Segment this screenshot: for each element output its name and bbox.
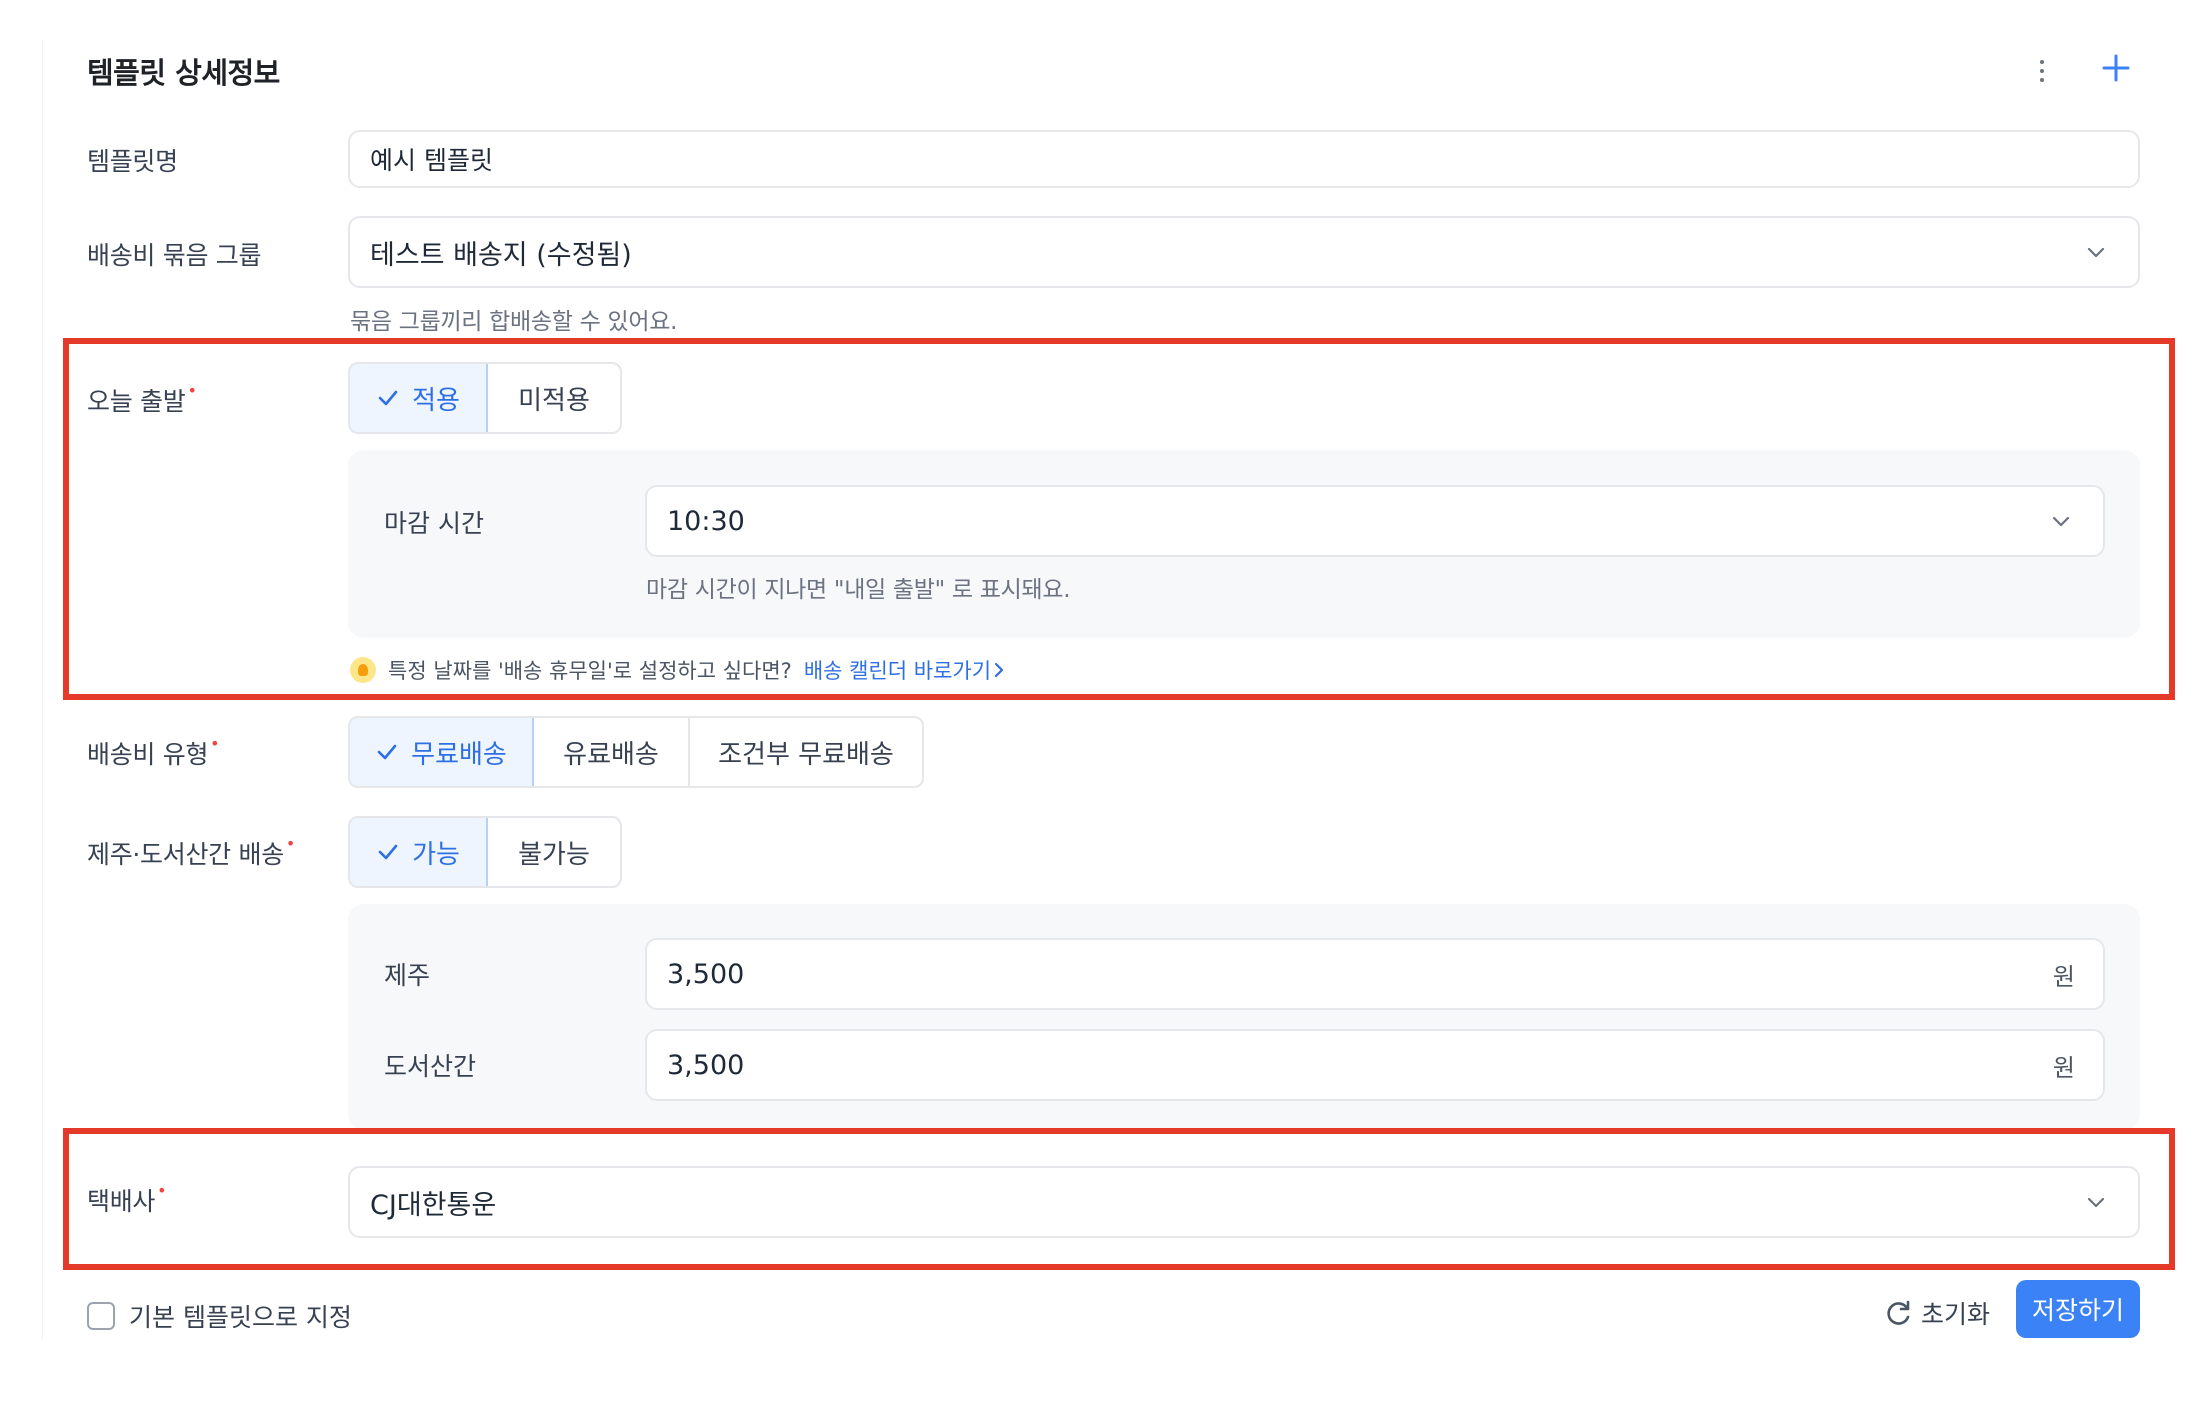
jeju-island-label: 제주·도서산간 배송 • [87, 834, 296, 869]
island-fee-value: 3,500 [667, 1049, 745, 1081]
chevron-down-icon [2087, 1197, 2105, 1208]
shipping-fee-type-label: 배송비 유형 • [87, 734, 220, 769]
jeju-fee-input[interactable]: 3,500 원 [645, 938, 2105, 1010]
template-name-input[interactable]: 예시 템플릿 [348, 130, 2140, 188]
bundle-group-help: 묶음 그룹끼리 합배송할 수 있어요. [350, 309, 678, 335]
courier-value: CJ대한통운 [370, 1189, 497, 1221]
check-icon [378, 390, 398, 406]
refresh-icon [1887, 1300, 1910, 1325]
page-title: 템플릿 상세정보 [87, 56, 280, 90]
more-options-icon[interactable] [2035, 56, 2049, 86]
today-dispatch-option-apply[interactable]: 적용 [350, 364, 488, 432]
required-mark: • [285, 834, 296, 853]
cutoff-time-label: 마감 시간 [384, 509, 484, 538]
checkbox-icon[interactable] [87, 1302, 115, 1330]
currency-unit: 원 [2052, 962, 2075, 991]
shipping-fee-option-conditional[interactable]: 조건부 무료배송 [690, 718, 922, 786]
jeju-island-option-available[interactable]: 가능 [350, 818, 488, 886]
shipping-fee-option-paid[interactable]: 유료배송 [534, 718, 690, 786]
today-dispatch-label: 오늘 출발 • [87, 381, 197, 416]
reset-button[interactable]: 초기화 [1885, 1295, 1990, 1331]
jeju-island-toggle: 가능 불가능 [348, 816, 622, 888]
template-name-value: 예시 템플릿 [370, 146, 493, 175]
courier-select[interactable]: CJ대한통운 [348, 1166, 2140, 1238]
default-template-label: 기본 템플릿으로 지정 [129, 1303, 352, 1332]
bundle-group-label: 배송비 묶음 그룹 [87, 241, 262, 270]
required-mark: • [157, 1181, 167, 1200]
cutoff-time-value: 10:30 [667, 505, 745, 537]
island-fee-label: 도서산간 [384, 1052, 477, 1081]
required-mark: • [187, 381, 197, 400]
currency-unit: 원 [2052, 1053, 2075, 1082]
shipping-fee-option-free[interactable]: 무료배송 [350, 718, 534, 786]
save-button[interactable]: 저장하기 [2016, 1280, 2140, 1338]
cutoff-time-help: 마감 시간이 지나면 "내일 출발" 로 표시돼요. [646, 577, 1071, 603]
cutoff-time-select[interactable]: 10:30 [645, 485, 2105, 557]
shipping-fee-type-toggle: 무료배송 유료배송 조건부 무료배송 [348, 716, 924, 788]
island-fee-input[interactable]: 3,500 원 [645, 1029, 2105, 1101]
default-template-checkbox[interactable]: 기본 템플릿으로 지정 [87, 1298, 352, 1334]
left-divider [42, 40, 43, 1340]
chevron-right-icon [994, 662, 1004, 678]
delivery-calendar-link[interactable]: 배송 캘린더 바로가기 [804, 655, 1007, 685]
plus-icon[interactable] [2100, 52, 2132, 84]
required-mark: • [210, 734, 220, 753]
holiday-tip: 특정 날짜를 '배송 휴무일'로 설정하고 싶다면? 배송 캘린더 바로가기 [350, 655, 1007, 685]
jeju-island-option-unavailable[interactable]: 불가능 [488, 818, 620, 886]
check-icon [378, 844, 398, 860]
courier-label: 택배사 • [87, 1181, 167, 1216]
chevron-down-icon [2052, 516, 2070, 527]
holiday-tip-text: 특정 날짜를 '배송 휴무일'로 설정하고 싶다면? [388, 659, 792, 683]
lightbulb-icon [350, 657, 376, 683]
bundle-group-value: 테스트 배송지 (수정됨) [370, 239, 632, 271]
jeju-fee-value: 3,500 [667, 958, 745, 990]
bundle-group-select[interactable]: 테스트 배송지 (수정됨) [348, 216, 2140, 288]
check-icon [377, 744, 397, 760]
jeju-fee-label: 제주 [384, 961, 431, 990]
today-dispatch-toggle: 적용 미적용 [348, 362, 622, 434]
today-dispatch-option-not-apply[interactable]: 미적용 [488, 364, 620, 432]
chevron-down-icon [2087, 247, 2105, 258]
template-name-label: 템플릿명 [87, 147, 178, 176]
